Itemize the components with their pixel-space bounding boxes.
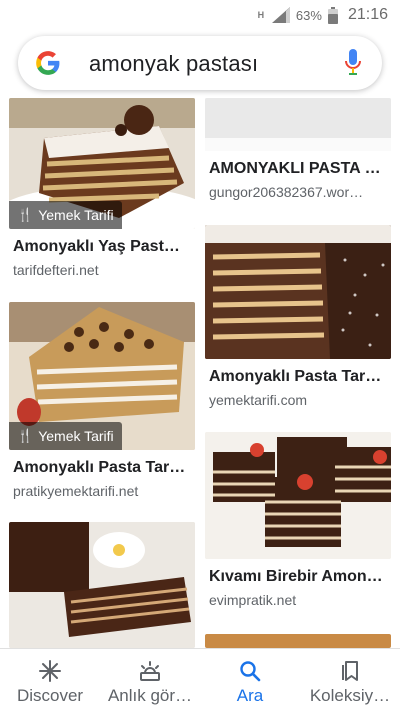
image-results-grid: 🍴 Yemek Tarifi Amonyaklı Yaş Past… tarif… xyxy=(0,98,400,648)
cake-image xyxy=(9,522,195,648)
screen: H 63% 21:16 amonyak pastası 🍴 Yemek Tari… xyxy=(0,0,400,711)
collections-icon xyxy=(342,661,358,681)
result-card[interactable]: 🍴 Yemek Tarifi Amonyaklı Yaş Past… tarif… xyxy=(9,98,195,288)
nav-discover[interactable]: Discover xyxy=(0,649,100,711)
search-icon xyxy=(240,661,261,682)
asterisk-icon xyxy=(39,660,61,682)
google-logo-icon xyxy=(36,51,60,75)
cake-image xyxy=(205,98,391,151)
result-source[interactable]: tarifdefteri.net xyxy=(13,262,193,278)
result-card[interactable] xyxy=(9,522,195,648)
result-thumbnail[interactable]: 🍴 Yemek Tarifi xyxy=(9,98,195,229)
microphone-icon[interactable] xyxy=(344,49,362,77)
result-card[interactable]: Amonyaklı Pasta Tar… yemektarifi.com xyxy=(205,225,391,415)
result-card[interactable] xyxy=(205,634,391,648)
network-type: H xyxy=(257,9,265,20)
nav-label: Discover xyxy=(16,686,84,705)
result-title[interactable]: AMONYAKLI PASTA … xyxy=(209,160,389,178)
cake-image xyxy=(205,432,391,559)
result-card[interactable]: 🍴 Yemek Tarifi Amonyaklı Pasta Tar… prat… xyxy=(9,302,195,502)
result-thumbnail[interactable] xyxy=(205,432,391,559)
result-thumbnail[interactable]: 🍴 Yemek Tarifi xyxy=(9,302,195,450)
result-title[interactable]: Amonyaklı Pasta Tar… xyxy=(13,459,193,477)
nav-updates[interactable]: Anlık gör… xyxy=(100,649,200,711)
signal-icon xyxy=(271,7,290,23)
result-thumbnail[interactable] xyxy=(9,522,195,648)
nav-search[interactable]: Ara xyxy=(200,649,300,711)
status-bar: H 63% 21:16 xyxy=(0,0,400,30)
fork-knife-icon: 🍴 xyxy=(17,428,34,443)
result-source[interactable]: evimpratik.net xyxy=(209,592,389,608)
nav-collections[interactable]: Koleksiy… xyxy=(300,649,400,711)
badge-label: Yemek Tarifi xyxy=(38,207,114,223)
sunrise-icon xyxy=(140,661,160,681)
cake-image xyxy=(205,225,391,359)
result-card[interactable]: AMONYAKLI PASTA … gungor206382367.wor… xyxy=(205,98,391,208)
battery-percent: 63% xyxy=(295,7,322,23)
bottom-navigation: Discover Anlık gör… Ara Koleksiy… xyxy=(0,648,400,711)
result-title[interactable]: Amonyaklı Yaş Past… xyxy=(13,238,193,256)
result-source[interactable]: yemektarifi.com xyxy=(209,392,389,408)
recipe-badge: 🍴 Yemek Tarifi xyxy=(9,201,122,229)
nav-label: Koleksiy… xyxy=(309,686,391,705)
result-card[interactable]: Kıvamı Birebir Amon… evimpratik.net xyxy=(205,432,391,622)
fork-knife-icon: 🍴 xyxy=(17,207,34,222)
result-title[interactable]: Kıvamı Birebir Amon… xyxy=(209,568,389,586)
nav-label: Ara xyxy=(236,686,264,705)
badge-label: Yemek Tarifi xyxy=(38,428,114,444)
clock: 21:16 xyxy=(347,6,388,23)
result-thumbnail[interactable] xyxy=(205,634,391,648)
battery-icon xyxy=(327,6,338,24)
recipe-badge: 🍴 Yemek Tarifi xyxy=(9,422,122,450)
search-input[interactable]: amonyak pastası xyxy=(89,51,258,77)
search-header: amonyak pastası xyxy=(0,30,400,98)
result-thumbnail[interactable] xyxy=(205,98,391,151)
result-title[interactable]: Amonyaklı Pasta Tar… xyxy=(209,368,389,386)
result-source[interactable]: gungor206382367.wor… xyxy=(209,184,389,200)
search-bar[interactable]: amonyak pastası xyxy=(18,36,382,90)
result-thumbnail[interactable] xyxy=(205,225,391,359)
result-source[interactable]: pratikyemektarifi.net xyxy=(13,483,193,499)
nav-label: Anlık gör… xyxy=(107,686,193,705)
